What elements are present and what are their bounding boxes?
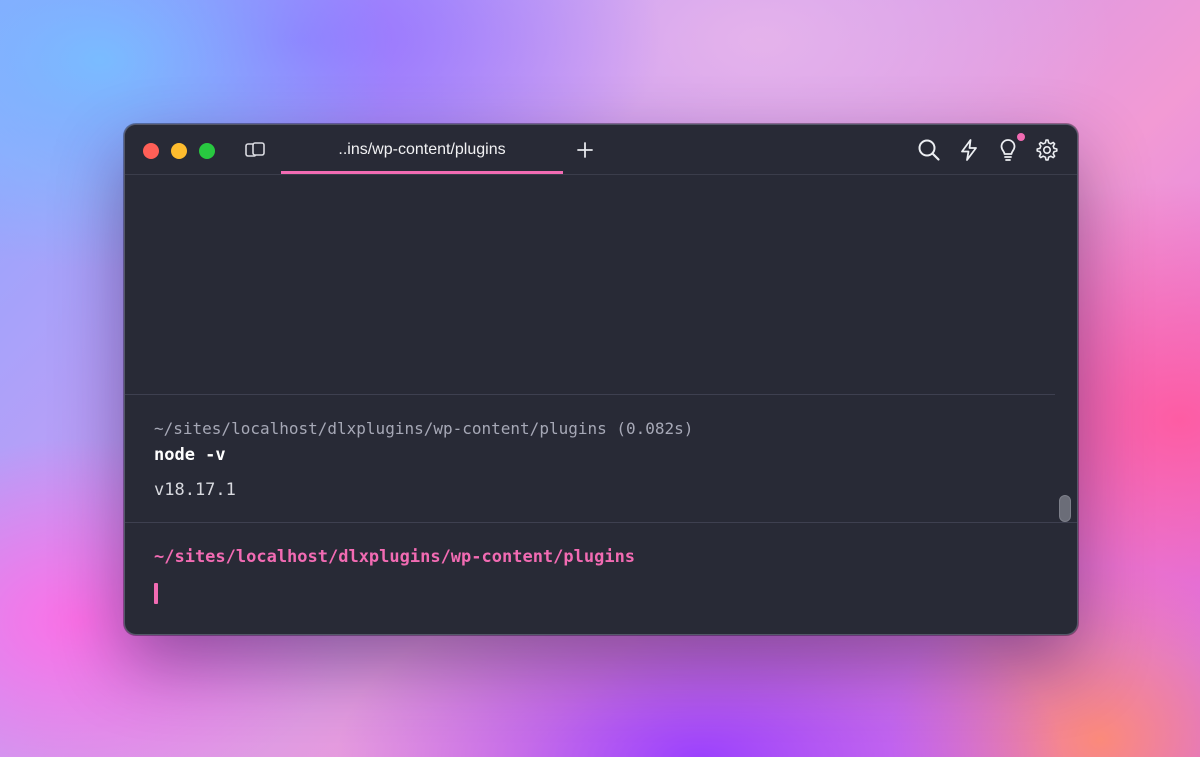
prompt-path: ~/sites/localhost/dlxplugins/wp-content/… [154,547,636,567]
terminal-window: ..ins/wp-content/plugins ~/sites/localho… [124,124,1078,635]
tab-label: ..ins/wp-content/plugins [338,141,506,158]
input-cursor[interactable] [154,583,158,604]
close-window-button[interactable] [143,143,159,159]
command-output: v18.17.1 [154,480,236,500]
previous-block-path: ~/sites/localhost/dlxplugins/wp-content/… [154,419,694,438]
terminal-content[interactable]: ~/sites/localhost/dlxplugins/wp-content/… [125,175,1077,634]
gear-icon[interactable] [1034,137,1060,163]
scrollbar-thumb[interactable] [1059,495,1071,522]
input-divider [125,522,1077,523]
new-tab-button[interactable] [574,139,596,161]
tab-plugins[interactable]: ..ins/wp-content/plugins [281,125,563,174]
maximize-window-button[interactable] [199,143,215,159]
lightning-icon[interactable] [956,137,982,163]
lightbulb-icon[interactable] [995,137,1021,163]
notification-dot [1017,133,1025,141]
panels-icon[interactable] [244,140,266,160]
title-bar: ..ins/wp-content/plugins [125,125,1077,175]
active-tab-indicator [281,171,563,174]
block-divider [125,394,1055,395]
search-icon[interactable] [916,137,942,163]
minimize-window-button[interactable] [171,143,187,159]
previous-command: node -v [154,445,226,465]
